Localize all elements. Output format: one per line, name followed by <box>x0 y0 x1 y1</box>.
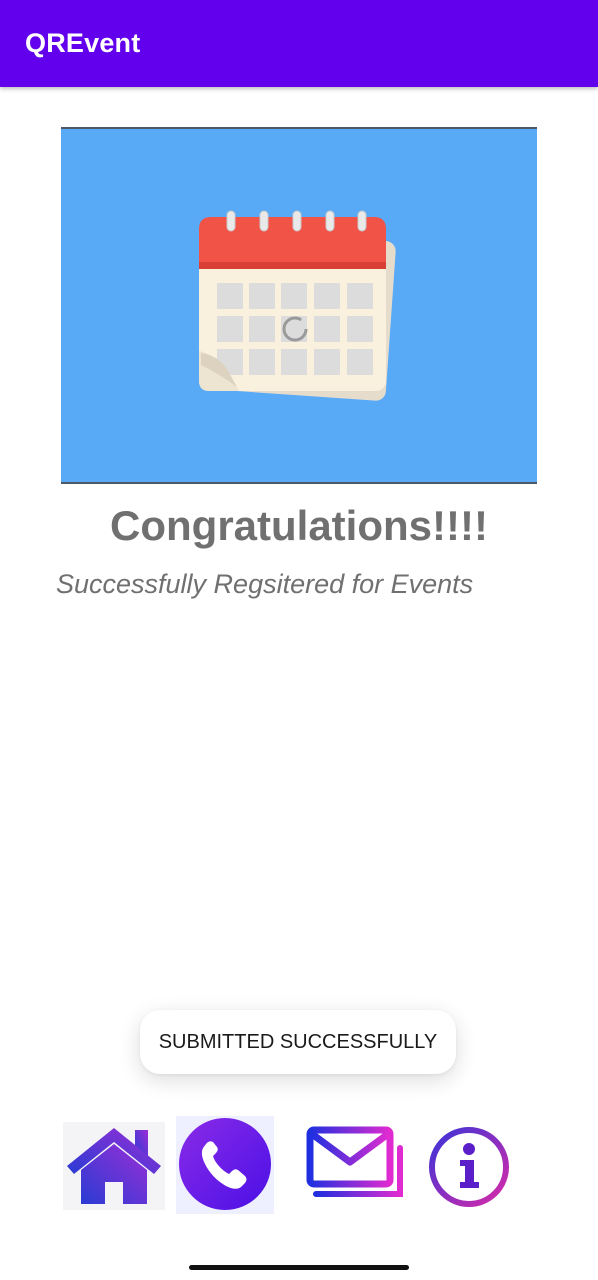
registration-success-text: Successfully Regsitered for Events <box>56 569 474 599</box>
submitted-toast: SUBMITTED SUCCESSFULLY <box>140 1010 456 1074</box>
calendar-icon <box>199 210 396 401</box>
nav-call-button[interactable] <box>176 1116 274 1214</box>
congratulations-heading: Congratulations!!!! <box>110 502 488 549</box>
app-bar: QREvent <box>0 0 598 87</box>
info-icon <box>429 1127 509 1207</box>
home-icon <box>67 1128 161 1204</box>
nav-mail-button[interactable] <box>304 1124 408 1204</box>
phone-icon <box>179 1118 271 1210</box>
mail-icon <box>306 1126 403 1197</box>
nav-home-button[interactable] <box>63 1122 165 1210</box>
event-calendar-image <box>61 127 537 484</box>
gesture-home-indicator[interactable] <box>189 1265 409 1270</box>
app-title: QREvent <box>25 28 141 58</box>
nav-info-button[interactable] <box>426 1124 512 1210</box>
